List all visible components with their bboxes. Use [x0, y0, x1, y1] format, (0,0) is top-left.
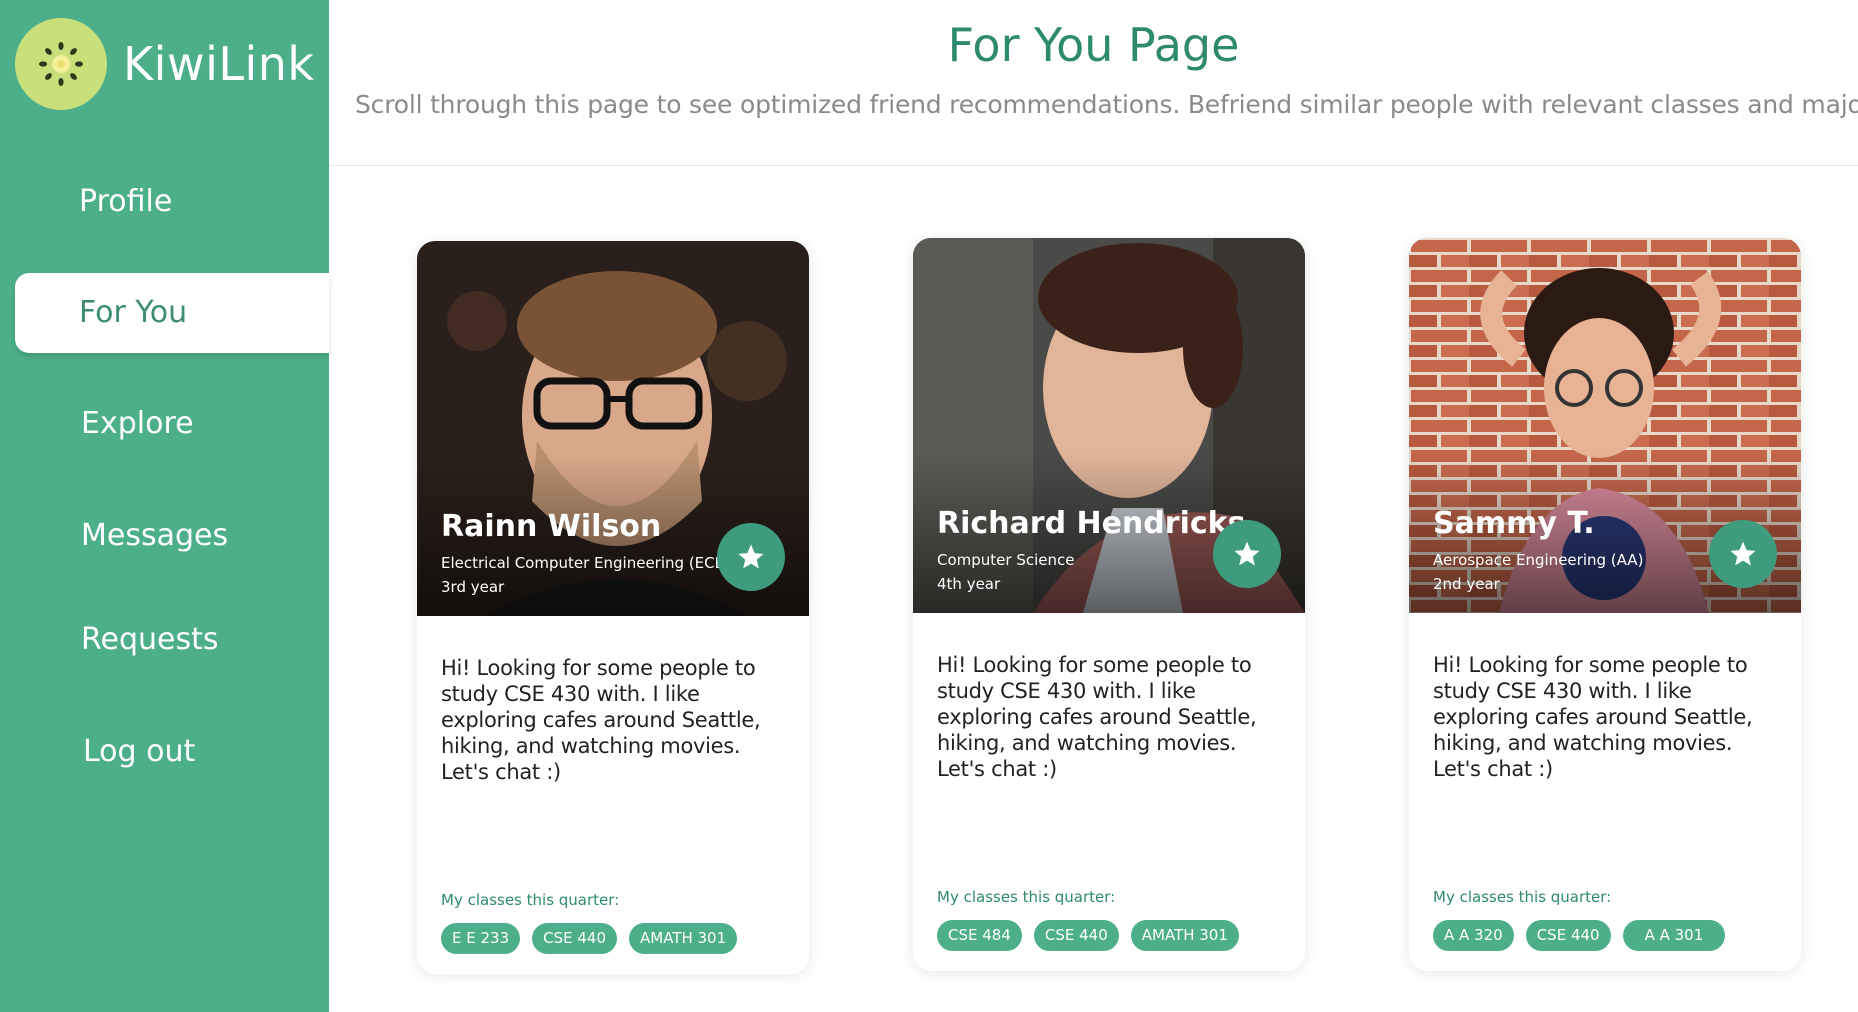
- class-chip[interactable]: A A 320: [1433, 920, 1514, 951]
- star-icon: [738, 544, 764, 569]
- class-chip[interactable]: CSE 440: [1525, 920, 1611, 951]
- class-chips: E E 233 CSE 440 AMATH 301: [441, 923, 738, 954]
- classes-label: My classes this quarter:: [441, 891, 620, 909]
- nav-item-label: Messages: [81, 518, 229, 553]
- profile-major: Computer Science: [937, 551, 1075, 569]
- nav-item-explore[interactable]: Explore: [81, 406, 194, 441]
- page-header: For You Page Scroll through this page to…: [329, 0, 1858, 166]
- class-chip[interactable]: CSE 440: [532, 923, 617, 954]
- profile-bio: Hi! Looking for some people to study CSE…: [937, 653, 1257, 781]
- nav-item-profile[interactable]: Profile: [79, 184, 172, 219]
- profile-year: 4th year: [937, 575, 1001, 593]
- nav-item-for-you[interactable]: For You: [15, 273, 329, 353]
- app-logo[interactable]: KiwiLink: [15, 18, 315, 110]
- profile-major: Electrical Computer Engineering (ECE): [441, 554, 730, 572]
- profile-bio: Hi! Looking for some people to study CSE…: [441, 656, 761, 784]
- nav-item-label: Requests: [81, 622, 219, 657]
- class-chip[interactable]: A A 301: [1622, 920, 1726, 951]
- nav-item-log-out[interactable]: Log out: [83, 734, 195, 769]
- profile-photo: Sammy T. Aerospace Engineering (AA) 2nd …: [1409, 238, 1801, 613]
- favorite-button[interactable]: [717, 523, 785, 591]
- class-chip[interactable]: AMATH 301: [629, 923, 738, 954]
- profile-photo: Rainn Wilson Electrical Computer Enginee…: [417, 241, 809, 616]
- class-chip[interactable]: CSE 484: [937, 920, 1022, 951]
- page-title: For You Page: [947, 18, 1240, 72]
- profile-card[interactable]: Richard Hendricks Computer Science 4th y…: [913, 238, 1305, 971]
- profile-card[interactable]: Rainn Wilson Electrical Computer Enginee…: [417, 241, 809, 974]
- star-icon: [1234, 541, 1260, 566]
- sidebar: KiwiLink Profile For You Explore Message…: [0, 0, 329, 1012]
- nav-item-messages[interactable]: Messages: [81, 518, 228, 553]
- profile-name: Rainn Wilson: [441, 509, 662, 544]
- favorite-button[interactable]: [1213, 520, 1281, 588]
- profile-card[interactable]: Sammy T. Aerospace Engineering (AA) 2nd …: [1409, 238, 1801, 971]
- nav-item-label: Log out: [83, 734, 196, 769]
- nav-item-requests[interactable]: Requests: [81, 622, 219, 657]
- nav-item-label: Explore: [81, 406, 194, 441]
- profile-major: Aerospace Engineering (AA): [1433, 551, 1644, 569]
- class-chips: CSE 484 CSE 440 AMATH 301: [937, 920, 1239, 951]
- favorite-button[interactable]: [1709, 520, 1777, 588]
- profile-photo: Richard Hendricks Computer Science 4th y…: [913, 238, 1305, 613]
- star-icon: [1730, 541, 1756, 566]
- profile-name: Richard Hendricks: [937, 506, 1246, 541]
- kiwi-icon: [15, 18, 107, 110]
- profile-year: 2nd year: [1433, 575, 1500, 593]
- class-chip[interactable]: E E 233: [441, 923, 521, 954]
- page-subtitle: Scroll through this page to see optimize…: [355, 90, 1858, 119]
- nav-item-label: For You: [79, 295, 188, 330]
- class-chip[interactable]: AMATH 301: [1130, 920, 1239, 951]
- profile-year: 3rd year: [441, 578, 505, 596]
- app-name: KiwiLink: [123, 37, 315, 91]
- profile-bio: Hi! Looking for some people to study CSE…: [1433, 653, 1753, 781]
- class-chip[interactable]: CSE 440: [1033, 920, 1119, 951]
- classes-label: My classes this quarter:: [1433, 888, 1612, 906]
- nav-item-label: Profile: [79, 184, 173, 219]
- classes-label: My classes this quarter:: [937, 888, 1116, 906]
- class-chips: A A 320 CSE 440 A A 301: [1433, 920, 1726, 951]
- profile-name: Sammy T.: [1433, 506, 1595, 541]
